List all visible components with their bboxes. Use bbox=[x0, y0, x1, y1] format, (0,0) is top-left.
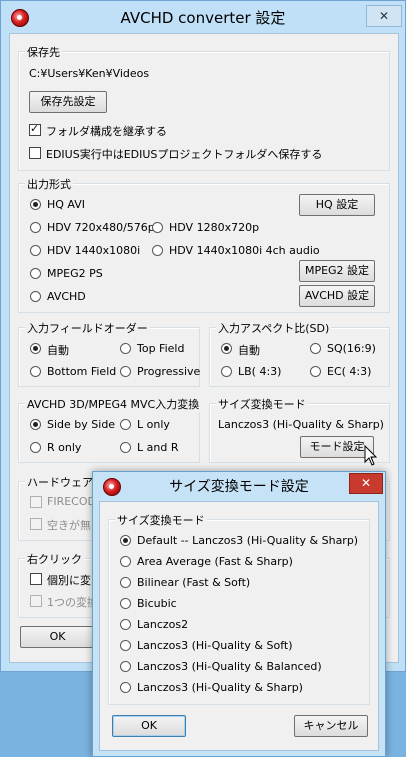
radio-avchd[interactable] bbox=[30, 291, 41, 302]
right-click-label: 右クリック bbox=[25, 551, 84, 567]
lb-4-3-label: LB( 4:3) bbox=[238, 365, 282, 378]
dialog-body: サイズ変換モード Default -- Lanczos3 (Hi-Quality… bbox=[99, 501, 379, 751]
save-location-group: 保存先 C:¥Users¥Ken¥Videos 保存先設定 フォルダ構成を継承す… bbox=[18, 44, 390, 171]
main-ok-button[interactable]: OK bbox=[20, 626, 95, 648]
progressive-label: Progressive bbox=[137, 365, 201, 378]
single-convert-label: 1つの変換 bbox=[47, 596, 98, 609]
radio-hq-avi[interactable] bbox=[30, 199, 41, 210]
bilinear-label: Bilinear (Fast & Soft) bbox=[137, 576, 251, 589]
hardware-label: ハードウェア bbox=[25, 474, 95, 490]
radio-r-only[interactable] bbox=[30, 442, 41, 453]
hdv-1440x1080i-label: HDV 1440x1080i bbox=[47, 244, 141, 257]
resize-mode-group: サイズ変換モード Lanczos3 (Hi-Quality & Sharp) モ… bbox=[209, 396, 390, 463]
field-auto-label: 自動 bbox=[47, 344, 69, 357]
lanczos3-sharp-label: Lanczos3 (Hi-Quality & Sharp) bbox=[137, 681, 303, 694]
lanczos3-soft-label: Lanczos3 (Hi-Quality & Soft) bbox=[137, 639, 293, 652]
radio-l-and-r[interactable] bbox=[120, 442, 131, 453]
hq-avi-label: HQ AVI bbox=[47, 198, 86, 211]
radio-field-auto[interactable] bbox=[30, 343, 41, 354]
mvc-conversion-group: AVCHD 3D/MPEG4 MVC入力変換 Side by Side L on… bbox=[18, 396, 202, 463]
l-and-r-label: L and R bbox=[137, 441, 179, 454]
save-location-label: 保存先 bbox=[25, 44, 62, 60]
bottom-field-label: Bottom Field bbox=[47, 365, 117, 378]
mpeg2-ps-label: MPEG2 PS bbox=[47, 267, 103, 280]
radio-hdv-720x480[interactable] bbox=[30, 222, 41, 233]
radio-hdv-1440x1080i-4ch[interactable] bbox=[152, 245, 163, 256]
ec-4-3-label: EC( 4:3) bbox=[327, 365, 372, 378]
output-format-group: 出力形式 HQ AVI HQ 設定 HDV 720x480/576p HDV 1… bbox=[18, 176, 390, 313]
area-average-label: Area Average (Fast & Sharp) bbox=[137, 555, 293, 568]
mode-settings-button[interactable]: モード設定 bbox=[300, 436, 374, 458]
radio-sq-16-9[interactable] bbox=[310, 343, 321, 354]
aspect-auto-label: 自動 bbox=[238, 344, 260, 357]
radio-ec-4-3[interactable] bbox=[310, 366, 321, 377]
radio-aspect-auto[interactable] bbox=[221, 343, 232, 354]
lanczos2-label: Lanczos2 bbox=[137, 618, 189, 631]
hdv-1280x720-label: HDV 1280x720p bbox=[169, 221, 260, 234]
aspect-ratio-group: 入力アスペクト比(SD) 自動 SQ(16:9) LB( 4:3) EC( 4:… bbox=[209, 320, 390, 387]
top-field-label: Top Field bbox=[137, 342, 185, 355]
dialog-title: サイズ変換モード設定 bbox=[169, 479, 309, 495]
firecode-checkbox[interactable] bbox=[30, 496, 42, 508]
radio-lb-4-3[interactable] bbox=[221, 366, 232, 377]
close-icon[interactable]: ✕ bbox=[366, 5, 402, 27]
radio-default-lanczos3[interactable] bbox=[120, 535, 131, 546]
lanczos3-balanced-label: Lanczos3 (Hi-Quality & Balanced) bbox=[137, 660, 322, 673]
hq-settings-button[interactable]: HQ 設定 bbox=[299, 194, 375, 216]
radio-lanczos2[interactable] bbox=[120, 619, 131, 630]
radio-mpeg2-ps[interactable] bbox=[30, 268, 41, 279]
radio-bilinear[interactable] bbox=[120, 577, 131, 588]
default-lanczos3-label: Default -- Lanczos3 (Hi-Quality & Sharp) bbox=[137, 534, 359, 547]
window-title: AVCHD converter 設定 bbox=[120, 9, 286, 27]
hdv-1440x1080i-4ch-label: HDV 1440x1080i 4ch audio bbox=[169, 244, 320, 257]
radio-top-field[interactable] bbox=[120, 343, 131, 354]
aspect-ratio-label: 入力アスペクト比(SD) bbox=[216, 320, 332, 336]
field-order-group: 入力フィールドオーダー 自動 Top Field Bottom Field Pr… bbox=[18, 320, 201, 387]
radio-lanczos3-sharp[interactable] bbox=[120, 682, 131, 693]
radio-area-average[interactable] bbox=[120, 556, 131, 567]
bicubic-label: Bicubic bbox=[137, 597, 177, 610]
field-order-label: 入力フィールドオーダー bbox=[25, 320, 150, 336]
dialog-ok-button[interactable]: OK bbox=[112, 715, 186, 737]
single-convert-checkbox[interactable] bbox=[30, 595, 42, 607]
resize-mode-dialog: サイズ変換モード設定 ✕ サイズ変換モード Default -- Lanczos… bbox=[92, 471, 386, 757]
save-path: C:¥Users¥Ken¥Videos bbox=[29, 67, 150, 80]
save-location-button[interactable]: 保存先設定 bbox=[29, 91, 107, 113]
inherit-folder-checkbox[interactable] bbox=[29, 122, 41, 136]
sq-16-9-label: SQ(16:9) bbox=[327, 342, 376, 355]
side-by-side-label: Side by Side bbox=[47, 418, 116, 431]
radio-lanczos3-balanced[interactable] bbox=[120, 661, 131, 672]
radio-l-only[interactable] bbox=[120, 419, 131, 430]
radio-lanczos3-soft[interactable] bbox=[120, 640, 131, 651]
radio-hdv-1280x720[interactable] bbox=[152, 222, 163, 233]
dialog-group-label: サイズ変換モード bbox=[115, 512, 207, 528]
edius-save-checkbox[interactable] bbox=[29, 147, 41, 159]
dialog-close-icon[interactable]: ✕ bbox=[349, 473, 383, 494]
inherit-folder-label: フォルダ構成を継承する bbox=[46, 125, 167, 138]
radio-progressive[interactable] bbox=[120, 366, 131, 377]
l-only-label: L only bbox=[137, 418, 170, 431]
resize-mode-label: サイズ変換モード bbox=[216, 396, 308, 412]
radio-hdv-1440x1080i[interactable] bbox=[30, 245, 41, 256]
radio-bicubic[interactable] bbox=[120, 598, 131, 609]
free-space-checkbox[interactable] bbox=[30, 518, 42, 530]
avchd-settings-button[interactable]: AVCHD 設定 bbox=[299, 285, 375, 307]
mpeg2-settings-button[interactable]: MPEG2 設定 bbox=[299, 260, 375, 282]
radio-bottom-field[interactable] bbox=[30, 366, 41, 377]
mvc-conversion-label: AVCHD 3D/MPEG4 MVC入力変換 bbox=[25, 396, 202, 412]
edius-save-label: EDIUS実行中はEDIUSプロジェクトフォルダへ保存する bbox=[46, 148, 323, 161]
individual-convert-checkbox[interactable] bbox=[30, 573, 42, 585]
r-only-label: R only bbox=[47, 441, 82, 454]
radio-side-by-side[interactable] bbox=[30, 419, 41, 430]
mouse-cursor-icon bbox=[364, 445, 378, 466]
dialog-cancel-button[interactable]: キャンセル bbox=[294, 715, 368, 737]
output-format-label: 出力形式 bbox=[25, 176, 73, 192]
avchd-label: AVCHD bbox=[47, 290, 86, 303]
dialog-resize-mode-group: サイズ変換モード Default -- Lanczos3 (Hi-Quality… bbox=[108, 512, 370, 705]
individual-convert-label: 個別に変 bbox=[47, 574, 91, 587]
resize-mode-current: Lanczos3 (Hi-Quality & Sharp) bbox=[218, 418, 384, 431]
hdv-720x480-label: HDV 720x480/576p bbox=[47, 221, 155, 234]
